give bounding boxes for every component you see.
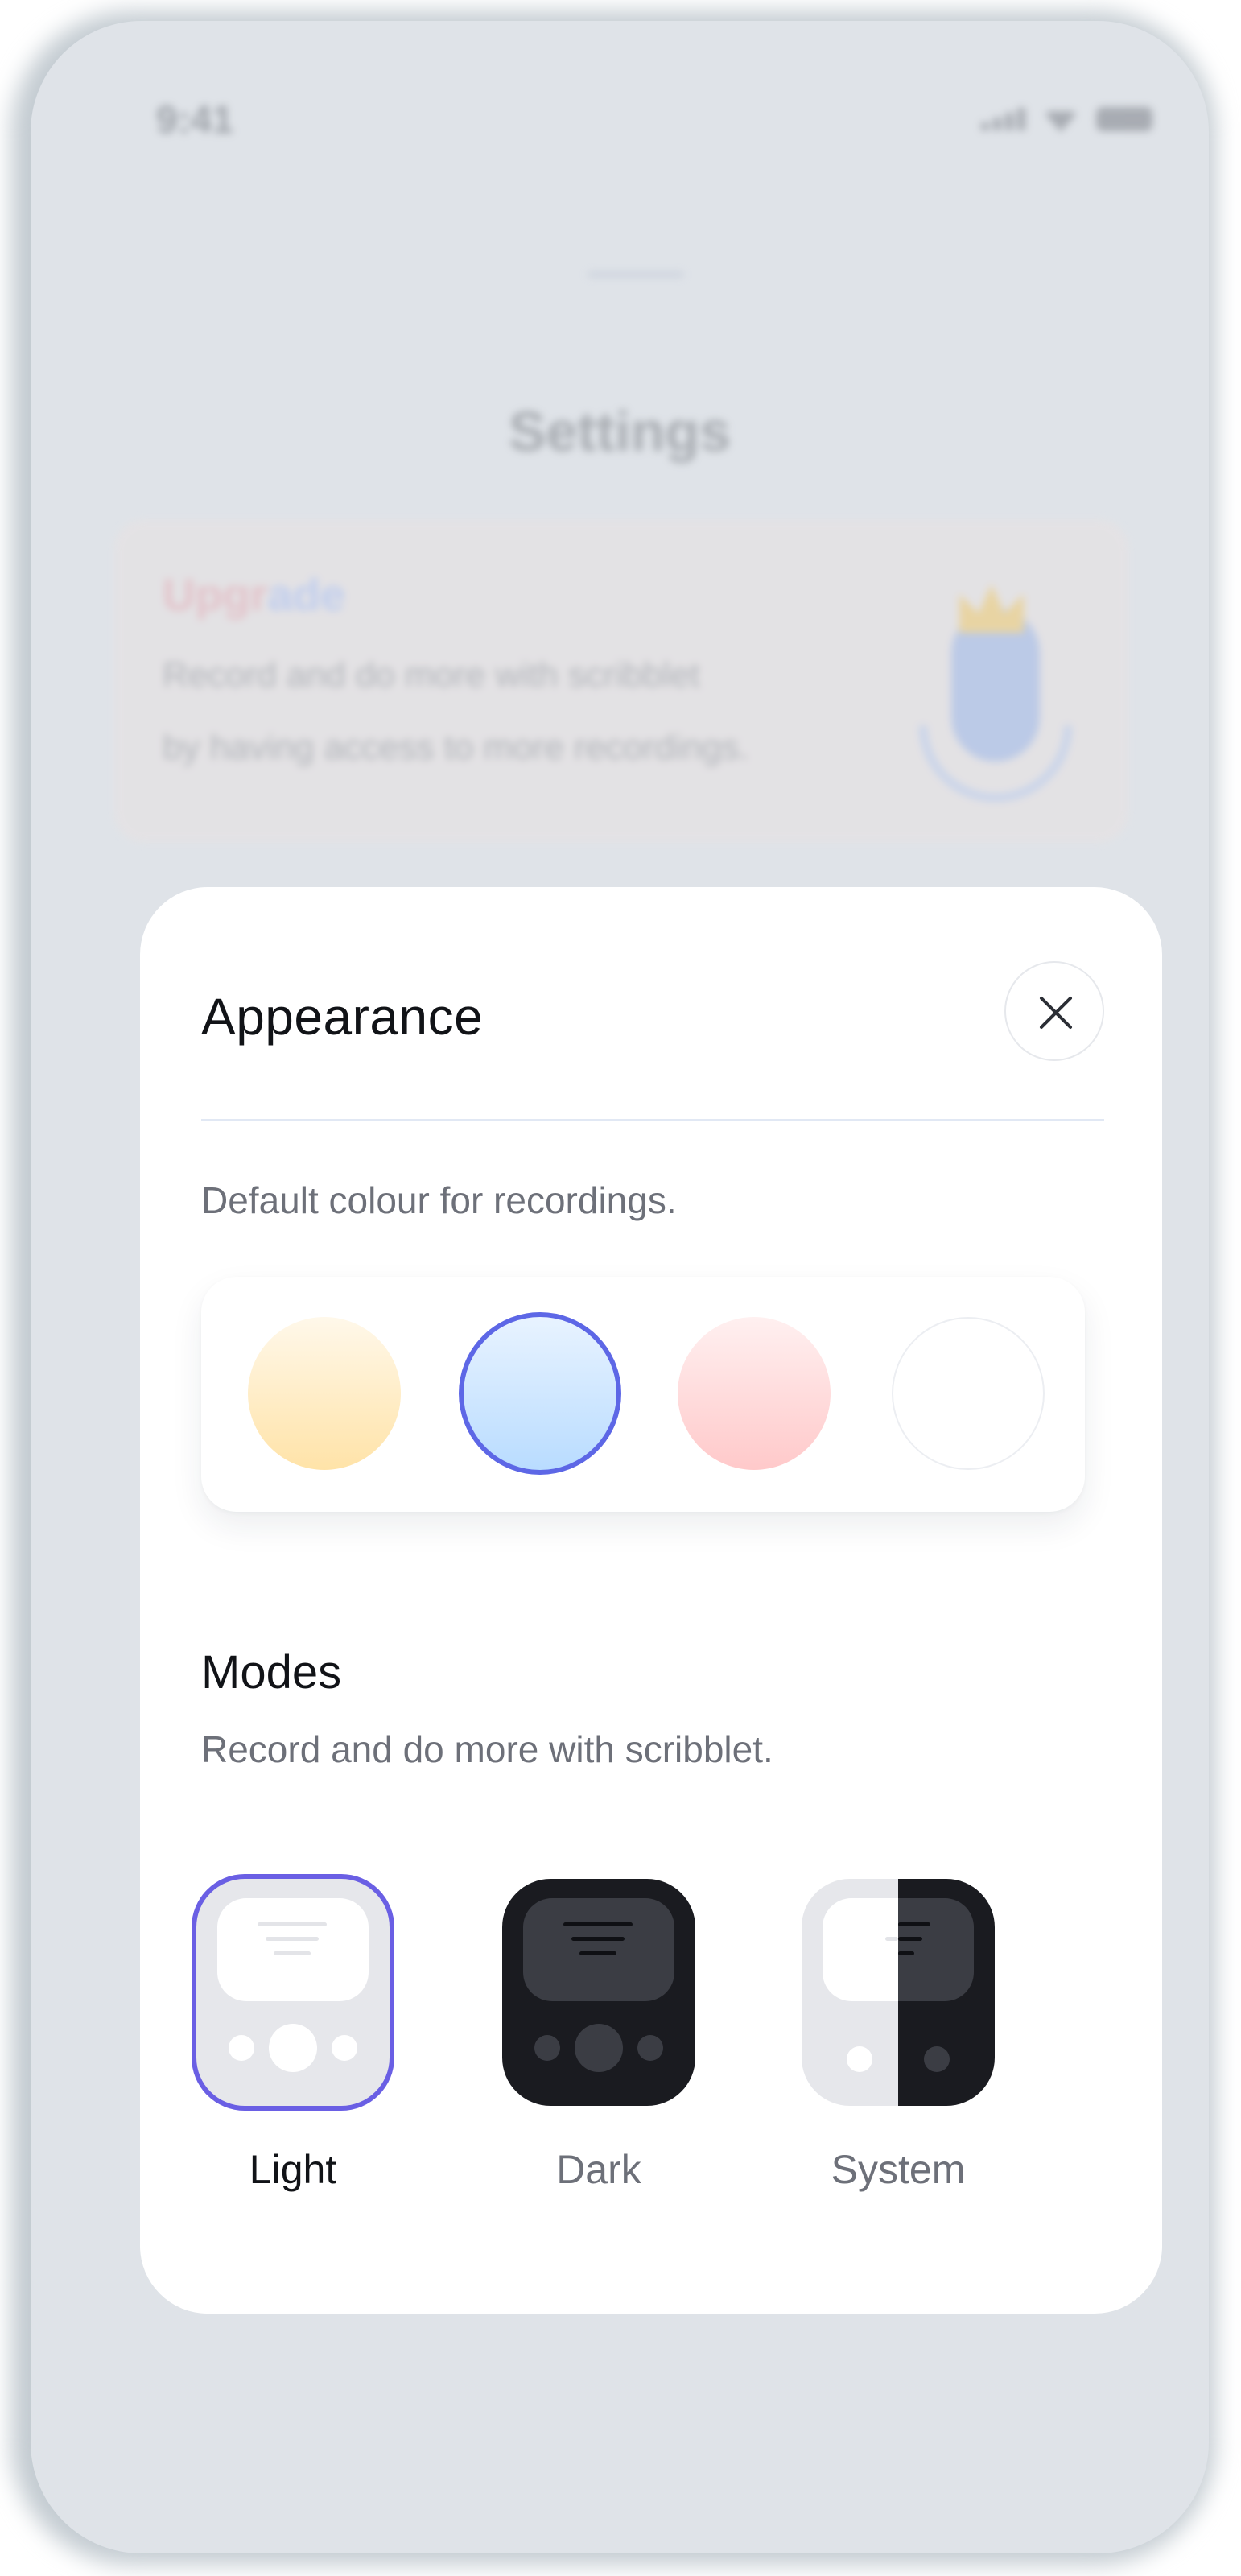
- light-mode-icon: [196, 1879, 390, 2106]
- phone-frame: 9:41 Settings Upgrade Record and do more…: [31, 21, 1209, 2553]
- upgrade-title-part1: Upgr: [163, 569, 268, 620]
- close-button[interactable]: [1004, 961, 1104, 1061]
- system-mode-icon: [802, 1879, 995, 2106]
- swatch-blue-selected[interactable]: [459, 1312, 621, 1475]
- sheet-title: Appearance: [201, 988, 484, 1046]
- background-grabber: [588, 272, 684, 277]
- colour-swatch-card: [201, 1277, 1085, 1512]
- swatch-yellow[interactable]: [248, 1317, 401, 1470]
- upgrade-title-part2: ade: [267, 569, 346, 620]
- appearance-sheet: Appearance Default colour for recordings…: [140, 887, 1162, 2314]
- mode-system-label: System: [831, 2147, 966, 2192]
- mode-dark-label: Dark: [556, 2147, 641, 2192]
- modes-title: Modes: [201, 1646, 342, 1699]
- settings-title: Settings: [508, 400, 732, 463]
- mode-dark-option[interactable]: Dark: [502, 1879, 705, 2192]
- swatch-pink[interactable]: [678, 1317, 831, 1470]
- battery-icon: [1096, 107, 1152, 131]
- upgrade-line-2: by having access to more recordings.: [163, 728, 749, 767]
- upgrade-card: Upgrade Record and do more with scribble…: [114, 520, 1128, 842]
- status-icons: [981, 106, 1152, 132]
- divider: [201, 1119, 1104, 1121]
- modes-subtitle: Record and do more with scribblet.: [201, 1728, 773, 1770]
- mode-light-label: Light: [249, 2147, 337, 2192]
- crown-icon: [959, 584, 1024, 633]
- swatch-white[interactable]: [892, 1317, 1045, 1470]
- mode-system-option[interactable]: System: [802, 1879, 1004, 2192]
- dark-mode-icon: [502, 1879, 695, 2106]
- status-time: 9:41: [156, 99, 234, 142]
- mode-light-option[interactable]: Light: [196, 1879, 399, 2192]
- close-icon: [1040, 997, 1072, 1029]
- colour-label: Default colour for recordings.: [201, 1179, 677, 1221]
- wifi-icon: [1043, 111, 1078, 132]
- upgrade-line-1: Record and do more with scribblet: [163, 655, 700, 695]
- signal-icon: [981, 108, 1025, 130]
- upgrade-title: Upgrade: [163, 568, 345, 621]
